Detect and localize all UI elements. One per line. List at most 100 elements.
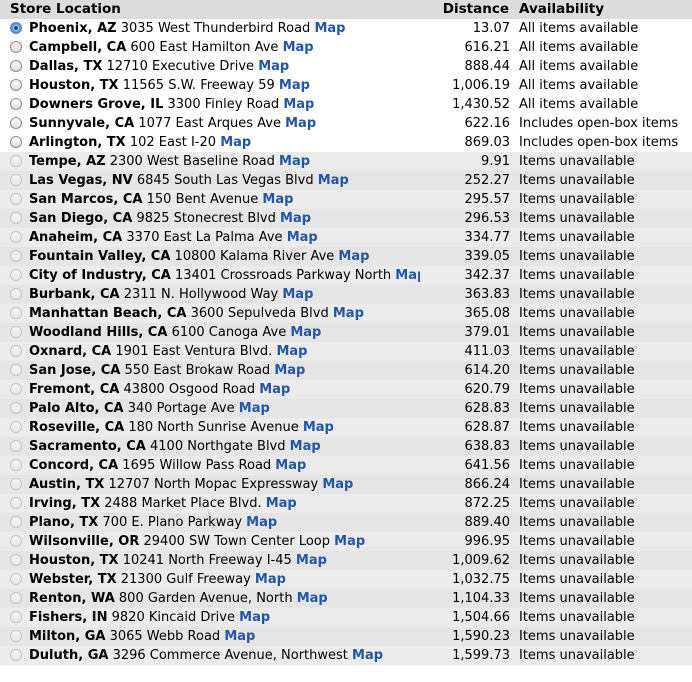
store-radio-button[interactable] [10, 383, 22, 395]
store-radio-button[interactable] [10, 231, 22, 243]
store-radio-button[interactable] [10, 364, 22, 376]
store-radio-button[interactable] [10, 174, 22, 186]
table-row[interactable]: Campbell, CA 600 East Hamilton Ave Map 61… [0, 38, 692, 57]
map-link[interactable]: Map [255, 572, 286, 587]
map-link[interactable]: Map [318, 173, 349, 188]
map-link[interactable]: Map [280, 211, 311, 226]
store-radio-button[interactable] [10, 79, 22, 91]
table-row[interactable]: Arlington, TX 102 East I-20 Map 869.03 Inc… [0, 133, 692, 152]
table-row[interactable]: Woodland Hills, CA 6100 Canoga Ave Map 37… [0, 323, 692, 342]
store-radio-button[interactable] [10, 345, 22, 357]
store-radio-button[interactable] [10, 155, 22, 167]
table-row[interactable]: Burbank, CA 2311 N. Hollywood Way Map 363… [0, 285, 692, 304]
table-row[interactable]: Wilsonville, OR 29400 SW Town Center Loo… [0, 532, 692, 551]
store-radio-button[interactable] [10, 193, 22, 205]
table-row[interactable]: Manhattan Beach, CA 3600 Sepulveda Blvd … [0, 304, 692, 323]
header-availability[interactable]: Availability [512, 0, 692, 19]
map-link[interactable]: Map [283, 40, 314, 55]
table-row[interactable]: Anaheim, CA 3370 East La Palma Ave Map 33… [0, 228, 692, 247]
map-link[interactable]: Map [258, 59, 289, 74]
table-row[interactable]: Tempe, AZ 2300 West Baseline Road Map 9.9… [0, 152, 692, 171]
header-distance[interactable]: Distance [420, 0, 512, 19]
table-row[interactable]: San Jose, CA 550 East Brokaw Road Map 614… [0, 361, 692, 380]
store-radio-button[interactable] [10, 516, 22, 528]
store-radio-button[interactable] [10, 440, 22, 452]
map-link[interactable]: Map [395, 268, 420, 283]
table-row[interactable]: Roseville, CA 180 North Sunrise Avenue M… [0, 418, 692, 437]
table-row[interactable]: Irving, TX 2488 Market Place Blvd. Map 87… [0, 494, 692, 513]
table-row[interactable]: Austin, TX 12707 North Mopac Expressway … [0, 475, 692, 494]
map-link[interactable]: Map [220, 135, 251, 150]
map-link[interactable]: Map [279, 78, 310, 93]
map-link[interactable]: Map [266, 496, 297, 511]
store-radio-button[interactable] [10, 212, 22, 224]
store-radio-button[interactable] [10, 478, 22, 490]
map-link[interactable]: Map [224, 629, 255, 644]
table-row[interactable]: Downers Grove, IL 3300 Finley Road Map 1,… [0, 95, 692, 114]
table-row[interactable]: Fountain Valley, CA 10800 Kalama River A… [0, 247, 692, 266]
map-link[interactable]: Map [239, 610, 270, 625]
map-link[interactable]: Map [296, 553, 327, 568]
table-row[interactable]: Oxnard, CA 1901 East Ventura Blvd. Map 41… [0, 342, 692, 361]
table-row[interactable]: Palo Alto, CA 340 Portage Ave Map 628.83 I… [0, 399, 692, 418]
map-link[interactable]: Map [303, 420, 334, 435]
map-link[interactable]: Map [274, 363, 305, 378]
header-store-location[interactable]: Store Location [0, 0, 420, 19]
store-radio-button[interactable] [10, 630, 22, 642]
map-link[interactable]: Map [259, 382, 290, 397]
table-row[interactable]: Renton, WA 800 Garden Avenue, North Map 1… [0, 589, 692, 608]
store-radio-button[interactable] [10, 535, 22, 547]
store-radio-button[interactable] [10, 592, 22, 604]
map-link[interactable]: Map [246, 515, 277, 530]
map-link[interactable]: Map [352, 648, 383, 663]
table-row[interactable]: Plano, TX 700 E. Plano Parkway Map 889.40… [0, 513, 692, 532]
store-radio-button[interactable] [10, 117, 22, 129]
table-row[interactable]: Fremont, CA 43800 Osgood Road Map 620.79 I… [0, 380, 692, 399]
table-row[interactable]: Fishers, IN 9820 Kincaid Drive Map 1,504.… [0, 608, 692, 627]
map-link[interactable]: Map [279, 154, 310, 169]
store-radio-button[interactable] [10, 22, 22, 34]
table-row[interactable]: Duluth, GA 3296 Commerce Avenue, Northwe… [0, 646, 692, 665]
store-radio-button[interactable] [10, 554, 22, 566]
map-link[interactable]: Map [262, 192, 293, 207]
map-link[interactable]: Map [314, 21, 345, 36]
table-row[interactable]: Sacramento, CA 4100 Northgate Blvd Map 63… [0, 437, 692, 456]
store-radio-button[interactable] [10, 497, 22, 509]
map-link[interactable]: Map [338, 249, 369, 264]
table-row[interactable]: Dallas, TX 12710 Executive Drive Map 888.… [0, 57, 692, 76]
table-row[interactable]: San Diego, CA 9825 Stonecrest Blvd Map 29… [0, 209, 692, 228]
store-radio-button[interactable] [10, 649, 22, 661]
map-link[interactable]: Map [287, 230, 318, 245]
map-link[interactable]: Map [285, 116, 316, 131]
store-radio-button[interactable] [10, 41, 22, 53]
store-radio-button[interactable] [10, 288, 22, 300]
table-row[interactable]: City of Industry, CA 13401 Crossroads Pa… [0, 266, 692, 285]
map-link[interactable]: Map [322, 477, 353, 492]
store-radio-button[interactable] [10, 573, 22, 585]
map-link[interactable]: Map [275, 458, 306, 473]
store-radio-button[interactable] [10, 307, 22, 319]
table-row[interactable]: San Marcos, CA 150 Bent Avenue Map 295.57… [0, 190, 692, 209]
table-row[interactable]: Houston, TX 10241 North Freeway I-45 Map… [0, 551, 692, 570]
store-radio-button[interactable] [10, 421, 22, 433]
map-link[interactable]: Map [276, 344, 307, 359]
store-radio-button[interactable] [10, 611, 22, 623]
table-row[interactable]: Sunnyvale, CA 1077 East Arques Ave Map 62… [0, 114, 692, 133]
table-row[interactable]: Webster, TX 21300 Gulf Freeway Map 1,032.… [0, 570, 692, 589]
table-row[interactable]: Phoenix, AZ 3035 West Thunderbird Road M… [0, 19, 692, 38]
table-row[interactable]: Las Vegas, NV 6845 South Las Vegas Blvd … [0, 171, 692, 190]
store-radio-button[interactable] [10, 136, 22, 148]
store-radio-button[interactable] [10, 402, 22, 414]
map-link[interactable]: Map [239, 401, 270, 416]
map-link[interactable]: Map [283, 97, 314, 112]
map-link[interactable]: Map [290, 439, 321, 454]
store-radio-button[interactable] [10, 98, 22, 110]
table-row[interactable]: Milton, GA 3065 Webb Road Map 1,590.23 Ite… [0, 627, 692, 646]
map-link[interactable]: Map [334, 534, 365, 549]
table-row[interactable]: Concord, CA 1695 Willow Pass Road Map 641… [0, 456, 692, 475]
store-radio-button[interactable] [10, 250, 22, 262]
table-row[interactable]: Houston, TX 11565 S.W. Freeway 59 Map 1,0… [0, 76, 692, 95]
store-radio-button[interactable] [10, 269, 22, 281]
map-link[interactable]: Map [297, 591, 328, 606]
map-link[interactable]: Map [333, 306, 364, 321]
